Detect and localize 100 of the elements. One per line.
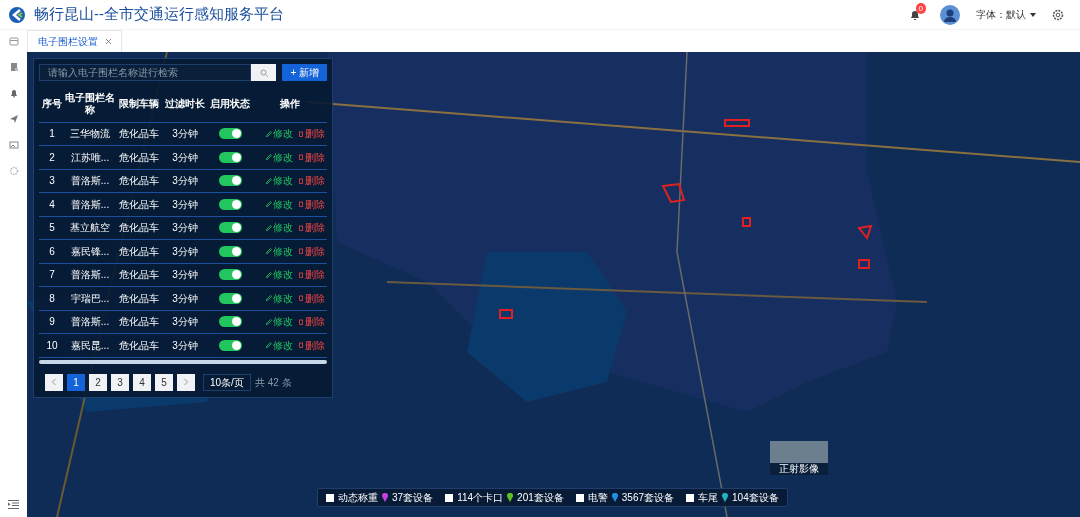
- previous-page-button[interactable]: [45, 373, 63, 391]
- column-header: 操作: [253, 86, 327, 122]
- edit-link[interactable]: 修改: [266, 337, 293, 353]
- delete-link[interactable]: 删除: [298, 196, 325, 212]
- pencil-icon: [266, 295, 272, 302]
- tab[interactable]: 电子围栏设置: [27, 30, 122, 52]
- toggle-switch[interactable]: [218, 128, 242, 140]
- search-button[interactable]: [251, 64, 277, 81]
- table-cell: 危化品车: [115, 310, 163, 334]
- delete-link[interactable]: 删除: [298, 314, 325, 330]
- column-header: 启用状态: [207, 86, 253, 122]
- image-icon[interactable]: [8, 140, 19, 150]
- page-size-select[interactable]: 10条/页: [203, 373, 251, 391]
- table-cell: 危化品车: [115, 263, 163, 287]
- checkbox[interactable]: [575, 493, 584, 502]
- bell-icon[interactable]: [8, 88, 19, 98]
- table-cell: 普洛斯...: [65, 263, 115, 287]
- pencil-icon: [266, 177, 272, 184]
- toggle-switch[interactable]: [218, 269, 242, 281]
- table-cell: 3分钟: [163, 192, 207, 216]
- table-cell: 6: [39, 239, 65, 263]
- device-count: 104套设备: [732, 491, 779, 505]
- edit-link[interactable]: 修改: [266, 126, 293, 142]
- add-button[interactable]: + 新增: [282, 64, 327, 81]
- table-cell: 普洛斯...: [65, 169, 115, 193]
- delete-link[interactable]: 删除: [298, 290, 325, 306]
- table-cell: 宇瑞巴...: [65, 286, 115, 310]
- table-cell: 危化品车: [115, 286, 163, 310]
- toggle-switch[interactable]: [218, 339, 242, 351]
- table-cell: 危化品车: [115, 216, 163, 240]
- table-cell: 危化品车: [115, 169, 163, 193]
- edit-link[interactable]: 修改: [266, 267, 293, 283]
- checkbox[interactable]: [326, 493, 334, 502]
- table-cell: 嘉民锋...: [65, 239, 115, 263]
- table-cell: 1: [39, 122, 65, 146]
- horizontal-scrollbar[interactable]: [39, 359, 327, 364]
- search-field[interactable]: 请输入电子围栏名称进行检索: [39, 64, 252, 81]
- table-cell: 3分钟: [163, 169, 207, 193]
- page-button[interactable]: 1: [67, 373, 85, 391]
- table-cell: 3: [39, 169, 65, 193]
- table-cell: 3分钟: [163, 122, 207, 146]
- page-button[interactable]: 2: [89, 373, 107, 391]
- logo-icon: [8, 5, 26, 24]
- table-cell: 4: [39, 192, 65, 216]
- settings-icon[interactable]: [1052, 8, 1064, 21]
- edit-link[interactable]: 修改: [266, 173, 293, 189]
- table-cell: 10: [39, 333, 65, 357]
- pencil-icon: [266, 271, 272, 278]
- map-layer-label: 正射影像: [770, 463, 828, 475]
- toggle-switch[interactable]: [218, 292, 242, 304]
- chevron-left-icon: [52, 379, 56, 385]
- satellite-map-thumbnail[interactable]: [770, 441, 828, 463]
- edit-link[interactable]: 修改: [266, 196, 293, 212]
- delete-link[interactable]: 删除: [298, 149, 325, 165]
- paper-plane-icon[interactable]: [8, 114, 19, 124]
- pencil-icon: [266, 154, 272, 161]
- toggle-switch[interactable]: [218, 151, 242, 163]
- pencil-icon: [266, 201, 272, 208]
- table-cell: 三华物流: [65, 122, 115, 146]
- checkbox[interactable]: [686, 493, 694, 502]
- delete-link[interactable]: 删除: [298, 337, 325, 353]
- delete-link[interactable]: 删除: [298, 173, 325, 189]
- font-setting-dropdown[interactable]: 字体：默认: [976, 7, 1036, 22]
- delete-link[interactable]: 删除: [298, 126, 325, 142]
- calendar-icon[interactable]: [8, 36, 19, 46]
- notification-badge: 0: [915, 2, 926, 14]
- edit-link[interactable]: 修改: [266, 243, 293, 259]
- edit-link[interactable]: 修改: [266, 149, 293, 165]
- table-cell: 3分钟: [163, 310, 207, 334]
- table-cell: 3分钟: [163, 263, 207, 287]
- toggle-switch[interactable]: [218, 175, 242, 187]
- pencil-icon: [266, 318, 272, 325]
- table-cell: 基立航空: [65, 216, 115, 240]
- avatar-icon[interactable]: [940, 4, 960, 25]
- page-button[interactable]: 5: [155, 373, 173, 391]
- edit-link[interactable]: 修改: [266, 220, 293, 236]
- delete-link[interactable]: 删除: [298, 267, 325, 283]
- page-button[interactable]: 4: [133, 373, 151, 391]
- toggle-switch[interactable]: [218, 245, 242, 257]
- table-cell: 9: [39, 310, 65, 334]
- page-button[interactable]: 3: [111, 373, 129, 391]
- close-icon[interactable]: [106, 39, 111, 44]
- document-icon[interactable]: [8, 62, 19, 72]
- table-cell: 危化品车: [115, 239, 163, 263]
- table-cell: 普洛斯...: [65, 310, 115, 334]
- delete-link[interactable]: 删除: [298, 220, 325, 236]
- checkbox[interactable]: [445, 493, 454, 502]
- collapse-menu-icon[interactable]: [8, 500, 19, 509]
- toggle-switch[interactable]: [218, 316, 242, 328]
- edit-link[interactable]: 修改: [266, 290, 293, 306]
- caret-icon: [1030, 12, 1036, 17]
- delete-link[interactable]: 删除: [298, 243, 325, 259]
- next-page-button[interactable]: [177, 373, 195, 391]
- bell-icon: [909, 8, 921, 21]
- toggle-switch[interactable]: [218, 222, 242, 234]
- edit-link[interactable]: 修改: [266, 314, 293, 330]
- table-cell: 8: [39, 286, 65, 310]
- table-cell: 江苏唯...: [65, 145, 115, 169]
- toggle-switch[interactable]: [218, 198, 242, 210]
- table-cell: 危化品车: [115, 122, 163, 146]
